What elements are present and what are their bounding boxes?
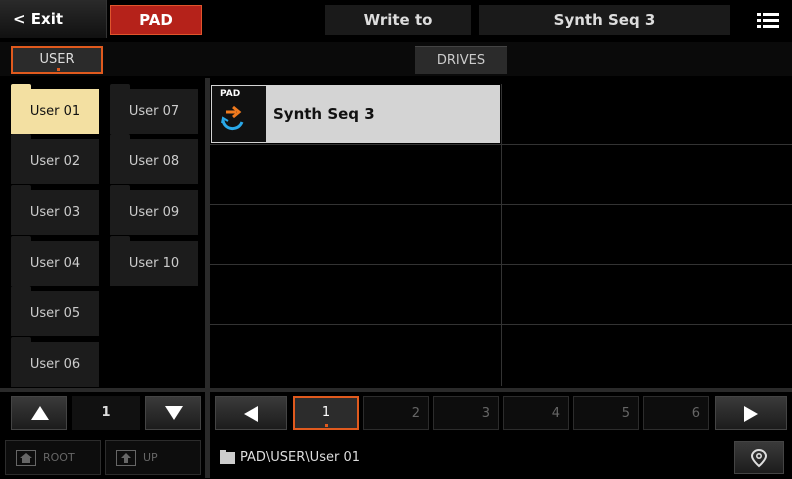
folder-icon	[220, 450, 235, 464]
exit-button[interactable]: < Exit	[0, 0, 107, 38]
pad-file-icon: PAD	[212, 86, 266, 142]
file-grid: PAD Synth Seq 3	[210, 84, 792, 386]
next-page-button[interactable]	[715, 396, 787, 430]
active-indicator	[57, 68, 60, 71]
root-button[interactable]: ROOT	[5, 440, 101, 475]
folder-up-icon	[116, 450, 136, 466]
destination-name-field[interactable]: Synth Seq 3	[479, 5, 730, 35]
home-icon	[16, 450, 36, 466]
menu-icon[interactable]	[757, 13, 779, 28]
page-button[interactable]: 1	[293, 396, 359, 430]
prev-page-button[interactable]	[215, 396, 287, 430]
tab-row: USER DRIVES	[0, 42, 792, 76]
active-indicator	[325, 424, 328, 427]
folder-item[interactable]: User 03	[11, 185, 99, 235]
page-nav: 1 2 3 4 5 6	[210, 392, 792, 434]
pad-loop-icon	[221, 105, 244, 130]
file-type-tag: PAD	[220, 89, 241, 99]
pad-mode-button[interactable]: PAD	[110, 5, 202, 35]
write-to-label: Write to	[325, 5, 471, 35]
folder-item[interactable]: User 02	[11, 134, 99, 184]
folder-item[interactable]: User 04	[11, 236, 99, 286]
path-bar: PAD\USER\User 01	[210, 436, 792, 479]
file-name: Synth Seq 3	[273, 105, 375, 123]
folder-item[interactable]: User 06	[11, 337, 99, 387]
file-item[interactable]: PAD Synth Seq 3	[211, 85, 500, 143]
folder-item[interactable]: User 08	[110, 134, 198, 184]
page-button[interactable]: 3	[433, 396, 499, 430]
up-label: UP	[143, 451, 158, 464]
page-button[interactable]: 2	[363, 396, 429, 430]
page-button[interactable]: 5	[573, 396, 639, 430]
root-label: ROOT	[43, 451, 75, 464]
top-bar: < Exit PAD Write to Synth Seq 3	[0, 0, 792, 40]
right-arrow-icon	[744, 406, 758, 422]
tab-user-label: USER	[39, 52, 75, 67]
down-arrow-icon	[165, 406, 183, 420]
folder-panel: User 01 User 02 User 03 User 04 User 05 …	[0, 78, 205, 388]
folder-nav: 1	[0, 392, 205, 434]
scroll-down-button[interactable]	[145, 396, 201, 430]
folder-item[interactable]: User 01	[11, 84, 99, 134]
page-button[interactable]: 4	[503, 396, 569, 430]
tab-user[interactable]: USER	[11, 46, 103, 74]
location-pin-icon	[751, 449, 767, 468]
left-arrow-icon	[244, 406, 258, 422]
locate-button[interactable]	[734, 441, 784, 474]
scroll-up-button[interactable]	[11, 396, 67, 430]
up-button[interactable]: UP	[105, 440, 201, 475]
folder-item[interactable]: User 10	[110, 236, 198, 286]
folder-page-number: 1	[72, 396, 140, 430]
page-button[interactable]: 6	[643, 396, 709, 430]
folder-item[interactable]: User 07	[110, 84, 198, 134]
up-arrow-icon	[31, 406, 49, 420]
folder-item[interactable]: User 05	[11, 286, 99, 336]
current-path: PAD\USER\User 01	[240, 450, 360, 465]
grid-line	[501, 84, 502, 386]
tab-drives[interactable]: DRIVES	[415, 46, 507, 74]
page-button-label: 1	[321, 405, 331, 420]
folder-item[interactable]: User 09	[110, 185, 198, 235]
folder-actions: ROOT UP	[0, 436, 205, 479]
